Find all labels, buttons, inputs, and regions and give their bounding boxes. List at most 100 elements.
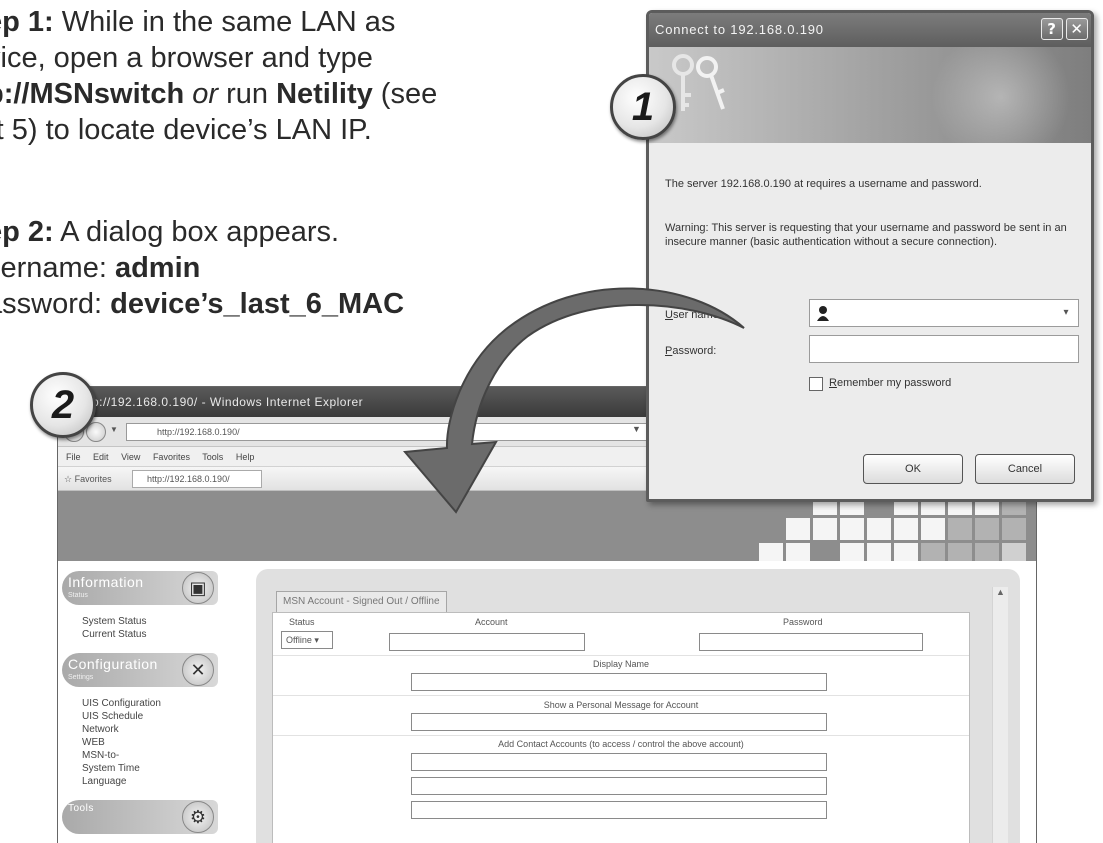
step-1-or: or bbox=[192, 78, 219, 110]
dialog-message: The server 192.168.0.190 at requires a u… bbox=[665, 178, 982, 190]
step-1-tool: Netility bbox=[276, 78, 373, 110]
personal-message-label: Show a Personal Message for Account bbox=[543, 700, 699, 710]
chevron-down-icon[interactable]: ▾ bbox=[1057, 303, 1075, 323]
step-1-label: ep 1: bbox=[0, 6, 54, 38]
address-dropdown-icon[interactable]: ▼ bbox=[632, 424, 641, 434]
step-1-see: (see bbox=[372, 78, 438, 110]
sidebar-item-system-time[interactable]: System Time bbox=[82, 762, 218, 775]
sidebar-item-current-status[interactable]: Current Status bbox=[82, 628, 218, 641]
site-body: Information Status ▣ System Status Curre… bbox=[58, 561, 1036, 843]
account-input[interactable] bbox=[389, 633, 585, 651]
menu-help[interactable]: Help bbox=[236, 452, 255, 462]
step-2-username-label: sername: bbox=[0, 252, 107, 284]
sidebar: Information Status ▣ System Status Curre… bbox=[62, 571, 218, 843]
row-divider bbox=[273, 695, 969, 696]
sidebar-item-uis-schedule[interactable]: UIS Schedule bbox=[82, 710, 218, 723]
gear-icon: ⚙ bbox=[182, 801, 214, 833]
sidebar-section-information[interactable]: Information Status ▣ bbox=[62, 571, 218, 605]
address-input[interactable]: http://192.168.0.190/ bbox=[126, 423, 666, 441]
status-header: Status bbox=[289, 617, 315, 627]
information-links: System Status Current Status bbox=[62, 615, 218, 641]
tab-msn-account[interactable]: MSN Account - Signed Out / Offline bbox=[276, 591, 447, 613]
ok-button[interactable]: OK bbox=[863, 454, 963, 484]
contact-input[interactable] bbox=[411, 801, 827, 819]
configuration-title: Configuration bbox=[68, 656, 158, 672]
header-tile bbox=[948, 518, 972, 540]
sidebar-item-system-status[interactable]: System Status bbox=[82, 615, 218, 628]
step-2-instructions: ep 2: A dialog box appears. sername: adm… bbox=[0, 214, 586, 322]
configuration-subtitle: Settings bbox=[68, 674, 94, 681]
contact-input[interactable] bbox=[411, 777, 827, 795]
step-2-password-line: assword: device’s_last_6_MAC bbox=[0, 286, 586, 322]
msn-account-form: Status Account Password Offline ▾ Displa… bbox=[272, 612, 970, 843]
dialog-title: Connect to 192.168.0.190 bbox=[655, 22, 824, 37]
scroll-up-icon[interactable]: ▲ bbox=[996, 587, 1005, 597]
sidebar-section-configuration[interactable]: Configuration Settings ✕ bbox=[62, 653, 218, 687]
dialog-banner bbox=[649, 47, 1091, 143]
recent-pages-chevron-icon[interactable]: ▼ bbox=[110, 425, 118, 434]
row-divider bbox=[273, 735, 969, 736]
header-tile bbox=[813, 518, 837, 540]
display-name-input[interactable] bbox=[411, 673, 827, 691]
password-input[interactable] bbox=[809, 335, 1079, 363]
username-label-accesskey: U bbox=[665, 309, 673, 321]
password-input[interactable] bbox=[699, 633, 923, 651]
remember-password-checkbox[interactable] bbox=[809, 377, 823, 391]
username-label: User name: bbox=[665, 309, 722, 321]
header-tile bbox=[894, 518, 918, 540]
step-1-instructions: ep 1: While in the same LAN as vice, ope… bbox=[0, 4, 586, 148]
step-badge-2: 2 bbox=[30, 372, 96, 438]
remember-accesskey: R bbox=[829, 377, 837, 389]
header-tile bbox=[732, 518, 756, 540]
step-2-label: ep 2: bbox=[0, 216, 54, 248]
step-1-text: While in the same LAN as bbox=[53, 6, 396, 38]
header-tile bbox=[975, 518, 999, 540]
information-title: Information bbox=[68, 574, 144, 590]
step-1-url: p://MSNswitch bbox=[0, 78, 185, 110]
header-tile bbox=[786, 518, 810, 540]
step-2-password-label: assword: bbox=[0, 288, 103, 320]
help-button[interactable]: ? bbox=[1041, 18, 1063, 40]
step-2-text: A dialog box appears. bbox=[53, 216, 340, 248]
header-tile bbox=[867, 518, 891, 540]
header-tile bbox=[1002, 518, 1026, 540]
sidebar-item-network[interactable]: Network bbox=[82, 723, 218, 736]
content-scrollbar[interactable]: ▲ bbox=[992, 587, 1008, 843]
cancel-button[interactable]: Cancel bbox=[975, 454, 1075, 484]
remember-password-label[interactable]: Remember my password bbox=[829, 377, 951, 389]
username-combobox[interactable]: ▾ bbox=[809, 299, 1079, 327]
menu-favorites[interactable]: Favorites bbox=[153, 452, 190, 462]
step-2-password-value: device’s_last_6_MAC bbox=[110, 288, 405, 320]
step-1-line-2: vice, open a browser and type bbox=[0, 42, 373, 74]
status-select-value: Offline bbox=[286, 635, 312, 645]
personal-message-input[interactable] bbox=[411, 713, 827, 731]
sidebar-item-language[interactable]: Language bbox=[82, 775, 218, 788]
step-2-line-1: ep 2: A dialog box appears. bbox=[0, 214, 586, 250]
favorites-button[interactable]: ☆ Favorites bbox=[64, 467, 112, 491]
browser-tab[interactable]: http://192.168.0.190/ bbox=[132, 470, 262, 488]
menu-edit[interactable]: Edit bbox=[93, 452, 109, 462]
menu-file[interactable]: File bbox=[66, 452, 81, 462]
sidebar-section-tools[interactable]: Tools ⚙ bbox=[62, 800, 218, 834]
close-button[interactable]: ✕ bbox=[1066, 18, 1088, 40]
sidebar-item-msn[interactable]: MSN-to- bbox=[82, 749, 218, 762]
display-name-label: Display Name bbox=[592, 659, 650, 669]
tools-icon: ✕ bbox=[182, 654, 214, 686]
user-icon bbox=[817, 306, 829, 321]
favorites-label: Favorites bbox=[74, 474, 112, 484]
step-2-username-value: admin bbox=[114, 252, 201, 284]
contact-input[interactable] bbox=[411, 753, 827, 771]
step-1-line-3: p://MSNswitch or run Netility (see bbox=[0, 76, 586, 112]
banner-glow bbox=[931, 47, 1071, 143]
tools-title: Tools bbox=[68, 803, 94, 814]
sidebar-item-web[interactable]: WEB bbox=[82, 736, 218, 749]
information-subtitle: Status bbox=[68, 592, 88, 599]
star-icon: ☆ bbox=[64, 474, 73, 484]
header-tile bbox=[921, 518, 945, 540]
menu-tools[interactable]: Tools bbox=[202, 452, 223, 462]
account-header: Account bbox=[475, 617, 508, 627]
status-select[interactable]: Offline ▾ bbox=[281, 631, 333, 649]
menu-view[interactable]: View bbox=[121, 452, 140, 462]
sidebar-item-uis-configuration[interactable]: UIS Configuration bbox=[82, 697, 218, 710]
header-tile bbox=[840, 518, 864, 540]
